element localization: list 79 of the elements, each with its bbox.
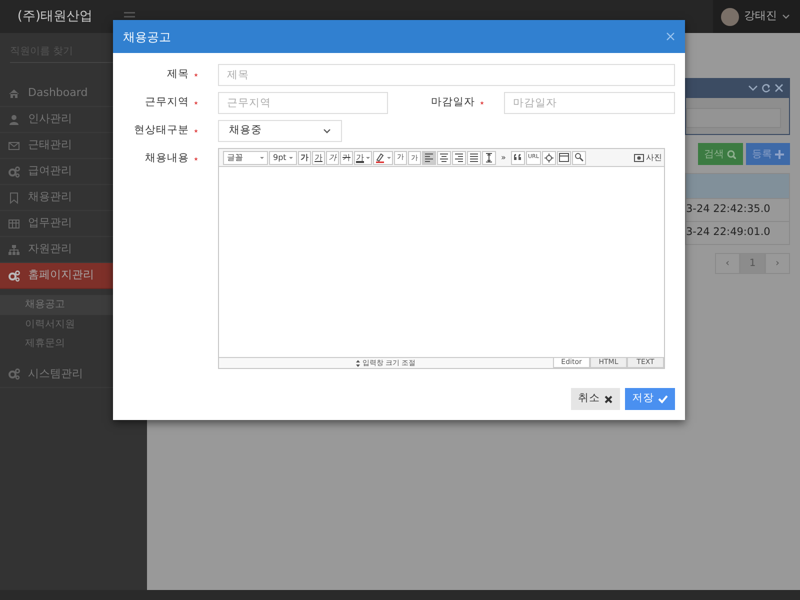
toolbar-button[interactable]: [452, 150, 466, 164]
toolbar-button[interactable]: [542, 150, 556, 164]
field-label: 마감일자: [431, 95, 475, 110]
toolbar-button[interactable]: [467, 150, 481, 164]
toolbar-button[interactable]: [572, 150, 586, 164]
photo-button[interactable]: 사진: [634, 152, 662, 164]
sidebar-item-label: 업무관리: [28, 215, 72, 232]
quote-icon: [513, 152, 523, 163]
chevron-down-icon[interactable]: [748, 84, 758, 92]
resize-icon: [356, 360, 360, 366]
envelope-icon: [8, 140, 20, 152]
format-button[interactable]: »: [497, 150, 510, 164]
close-icon[interactable]: [774, 83, 784, 93]
caret-icon: [366, 156, 370, 160]
search-icon: [727, 150, 736, 158]
sidebar-item-label: 홈페이지관리: [28, 267, 94, 284]
gears-icon: [8, 368, 20, 380]
caret-icon: [260, 156, 264, 160]
sidebar-item-label: 채용관리: [28, 189, 72, 206]
format-button[interactable]: 가: [326, 150, 339, 164]
sitemap-icon: [8, 244, 20, 256]
align-justify-icon: [469, 152, 479, 163]
format-button[interactable]: 가: [312, 150, 325, 164]
checkmark-icon: [658, 394, 668, 404]
chevron-down-icon: [323, 128, 331, 134]
toolbar-button[interactable]: [422, 150, 436, 164]
dropdown[interactable]: 9pt: [269, 150, 297, 164]
camera-icon: [634, 152, 644, 162]
toolbar-button[interactable]: [511, 150, 525, 164]
select-field[interactable]: 채용중: [218, 120, 342, 142]
gears-icon: [8, 270, 20, 282]
format-button[interactable]: 가: [354, 150, 372, 164]
highlighter-icon: [375, 152, 385, 163]
toolbar-button[interactable]: [437, 150, 451, 164]
table-icon: [558, 152, 569, 163]
home-icon: [8, 88, 20, 100]
table-cell-text: 3-24 22:49:01.0: [686, 225, 770, 240]
sidebar-item-label: 근태관리: [28, 137, 72, 154]
caret-icon: [289, 156, 293, 160]
gears-icon: [8, 166, 20, 178]
sidebar-item-label: Dashboard: [28, 85, 88, 102]
text-input[interactable]: 근무지역: [218, 92, 388, 114]
user-icon: [8, 114, 20, 126]
caret-icon[interactable]: [782, 13, 790, 20]
table-cell-text: 3-24 22:42:35.0: [686, 202, 770, 218]
symbol-icon: [544, 152, 554, 163]
table-icon: [8, 218, 20, 230]
close-icon: [666, 32, 675, 41]
toolbar-button[interactable]: [482, 150, 496, 164]
brand-name[interactable]: (주)태원산업: [0, 6, 110, 26]
bookmark-icon: [8, 192, 20, 204]
sidebar-item-label: 인사관리: [28, 111, 72, 128]
dropdown[interactable]: 글꼴: [223, 150, 268, 164]
format-button[interactable]: 가: [298, 150, 311, 164]
align-center-icon: [439, 152, 449, 163]
x-icon: [604, 394, 613, 404]
toolbar-button[interactable]: [556, 150, 571, 164]
select-value: 채용중: [229, 123, 262, 138]
text-input[interactable]: 제목: [218, 64, 675, 86]
sidebar-item-label: 자원관리: [28, 241, 72, 258]
search-icon: [574, 152, 584, 163]
refresh-icon[interactable]: [761, 83, 771, 93]
align-left-icon: [424, 152, 434, 163]
user-name[interactable]: 강태진: [744, 8, 777, 25]
align-right-icon: [454, 152, 464, 163]
sidebar-item-label: 시스템관리: [28, 366, 83, 382]
text-input[interactable]: 마감일자: [504, 92, 675, 114]
caret-icon: [387, 156, 391, 160]
field-label: 제목: [167, 67, 189, 82]
field-label: 채용내용: [145, 151, 189, 166]
format-button[interactable]: 가: [340, 150, 353, 164]
toolbar-button[interactable]: [373, 150, 393, 164]
cancel-button[interactable]: 취소: [571, 388, 620, 410]
field-label: 근무지역: [145, 95, 189, 110]
avatar-circle: [721, 8, 739, 26]
plus-icon: [775, 150, 784, 158]
search-field[interactable]: [686, 108, 781, 128]
line-height-icon: [484, 152, 494, 163]
sidebar-item-label: 급여관리: [28, 163, 72, 180]
